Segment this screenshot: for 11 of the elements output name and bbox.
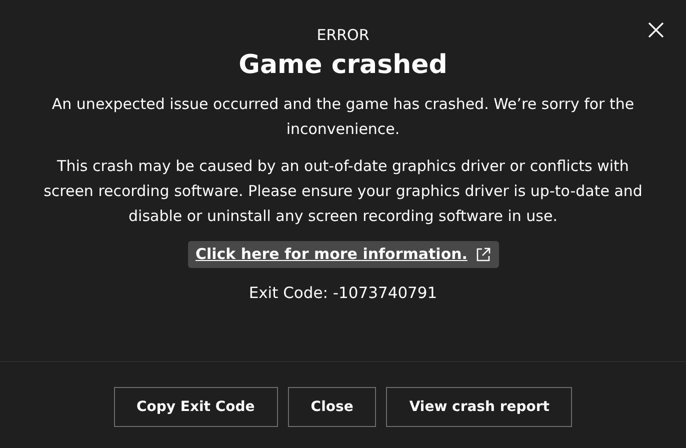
dialog-button[interactable]: Close: [288, 387, 376, 427]
close-icon: [648, 22, 664, 38]
dialog-button[interactable]: View crash report: [386, 387, 572, 427]
exit-code-text: Exit Code: -1073740791: [248, 283, 438, 304]
dialog-button[interactable]: Copy Exit Code: [114, 387, 278, 427]
more-info-link[interactable]: Click here for more information.: [188, 241, 498, 268]
message-text: An unexpected issue occurred and the game has crashed. We’re sorry for the inconvenience.: [50, 94, 636, 140]
message-text: This crash may be caused by an out-of-date graphics driver or conflicts with screen recording software. Please ensure your graphics driver is up-to-date and disable or uninstall any screen recording software in use.: [42, 156, 644, 227]
external-link-icon: [476, 247, 490, 262]
dialog-title: Game crashed: [238, 49, 448, 82]
error-label: ERROR: [316, 26, 370, 44]
